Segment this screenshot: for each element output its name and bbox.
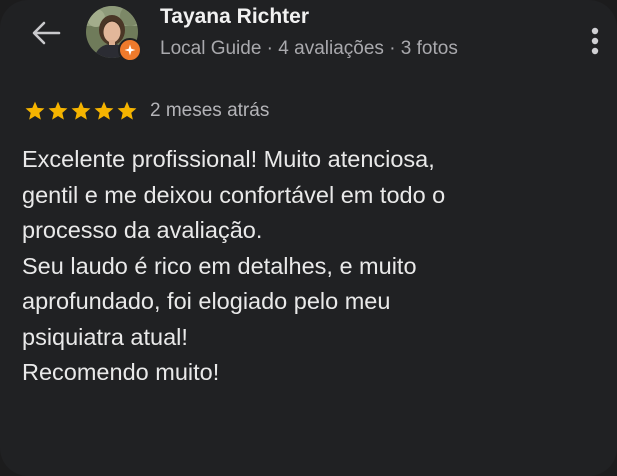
- rating-row: 2 meses atrás: [24, 97, 269, 125]
- star-icon: [71, 101, 91, 120]
- star-icon: [48, 101, 68, 120]
- review-text: Excelente profissional! Muito atenciosa,…: [22, 146, 446, 385]
- review-card: Tayana Richter Local Guide · 4 avaliaçõe…: [0, 0, 617, 476]
- more-options-button[interactable]: [582, 24, 608, 58]
- author-name[interactable]: Tayana Richter: [160, 5, 309, 29]
- more-vertical-icon: [591, 27, 599, 55]
- author-meta: Local Guide · 4 avaliações · 3 fotos: [160, 38, 458, 59]
- star-icon: [25, 101, 45, 120]
- star-rating: [24, 100, 138, 122]
- back-button[interactable]: [26, 16, 66, 50]
- star-icon: [117, 101, 137, 120]
- arrow-left-icon: [32, 21, 61, 45]
- review-date: 2 meses atrás: [150, 100, 270, 121]
- star-icon: [94, 101, 114, 120]
- local-guide-badge-icon: [118, 38, 142, 62]
- avatar[interactable]: [86, 6, 142, 62]
